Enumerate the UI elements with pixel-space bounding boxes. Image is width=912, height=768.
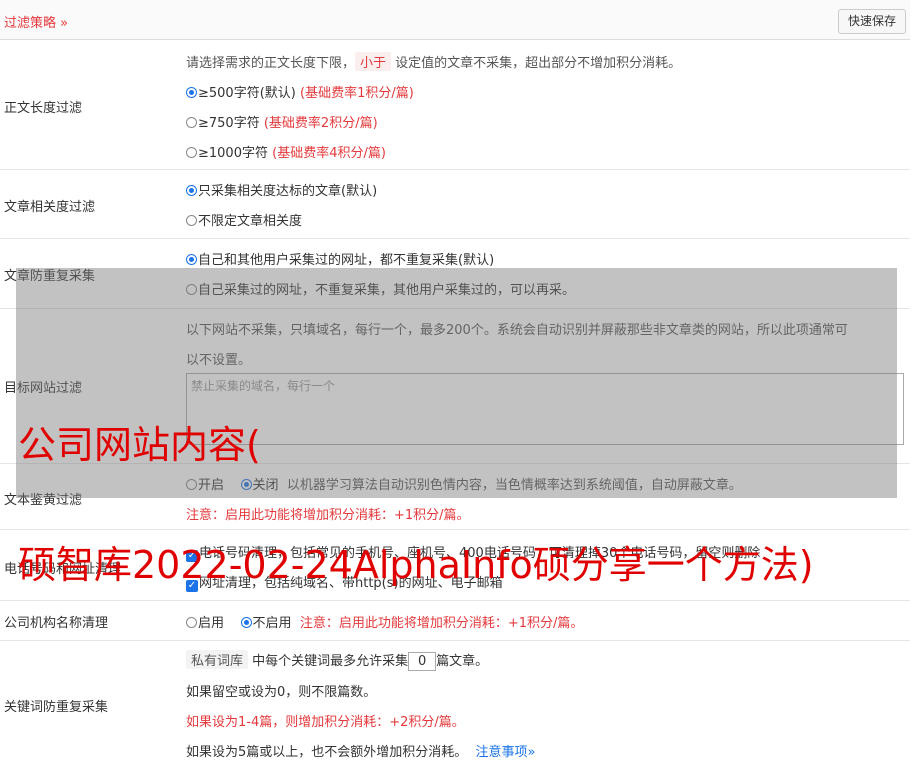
section-title[interactable]: 过滤策略 » [4, 12, 68, 31]
private-lexicon-tag[interactable]: 私有词库 [186, 650, 249, 669]
relevance-label: 文章相关度过滤 [4, 200, 96, 215]
notes-link[interactable]: 注意事项» [476, 745, 536, 760]
dedupe-option-all[interactable]: 自己和其他用户采集过的网址，都不重复采集(默认) [186, 249, 494, 268]
watermark-line-1: 公司网站内容( [18, 423, 261, 467]
body-length-desc: 请选择需求的正文长度下限， 小于 设定值的文章不采集，超出部分不增加积分消耗。 [186, 52, 681, 71]
keyword-limit-input[interactable]: 0 [408, 652, 437, 671]
radio-checked-icon[interactable] [240, 617, 252, 628]
less-than-tag: 小于 [355, 52, 392, 71]
relevance-option-on[interactable]: 只采集相关度达标的文章(默认) [186, 180, 377, 199]
relevance-row: 文章相关度过滤 只采集相关度达标的文章(默认) 不限定文章相关度 [0, 170, 910, 239]
radio-checked-icon[interactable] [186, 185, 197, 196]
org-clean-label: 公司机构名称清理 [4, 616, 109, 631]
strategy-header: 过滤策略 » 快速保存 [0, 0, 910, 40]
watermark-line-2: 硕智库2022-02-24AlphaInfo硕分享一个方法) [18, 543, 814, 587]
keyword-line-2: 如果留空或设为0，则不限篇数。 [186, 685, 377, 700]
length-option-1000[interactable]: ≥1000字符 (基础费率4积分/篇) [186, 142, 386, 161]
quick-save-button[interactable]: 快速保存 [837, 9, 906, 34]
radio-unchecked-icon[interactable] [186, 215, 197, 226]
keyword-line-4: 如果设为5篇或以上，也不会额外增加积分消耗。 注意事项» [186, 745, 536, 760]
length-option-500[interactable]: ≥500字符(默认) (基础费率1积分/篇) [186, 82, 414, 101]
porn-filter-note: 注意：启用此功能将增加积分消耗：+1积分/篇。 [186, 508, 470, 523]
keyword-dedupe-row: 关键词防重复采集 私有词库 中每个关键词最多允许采集 0 篇文章。 如果留空或设为0… [0, 641, 910, 768]
org-clean-row: 公司机构名称清理 启用 不启用 注意：启用此功能将增加积分消耗：+1积分/篇。 [0, 601, 910, 641]
body-length-row: 正文长度过滤 请选择需求的正文长度下限， 小于 设定值的文章不采集，超出部分不增加… [0, 40, 910, 170]
radio-unchecked-icon[interactable] [186, 617, 197, 628]
keyword-dedupe-label: 关键词防重复采集 [4, 700, 109, 715]
radio-checked-icon[interactable] [186, 254, 197, 265]
keyword-limit-line: 私有词库 中每个关键词最多允许采集 0 篇文章。 [186, 650, 488, 671]
org-option-on[interactable]: 启用 [186, 616, 224, 631]
body-length-label: 正文长度过滤 [4, 101, 83, 116]
length-option-750[interactable]: ≥750字符 (基础费率2积分/篇) [186, 112, 378, 131]
radio-unchecked-icon[interactable] [186, 147, 197, 158]
radio-unchecked-icon[interactable] [186, 117, 197, 128]
radio-checked-icon[interactable] [186, 87, 197, 98]
relevance-option-off[interactable]: 不限定文章相关度 [186, 210, 302, 229]
keyword-line-3: 如果设为1-4篇，则增加积分消耗：+2积分/篇。 [186, 715, 465, 730]
org-option-off[interactable]: 不启用 [240, 616, 292, 631]
org-clean-options: 启用 不启用 注意：启用此功能将增加积分消耗：+1积分/篇。 [186, 612, 583, 631]
